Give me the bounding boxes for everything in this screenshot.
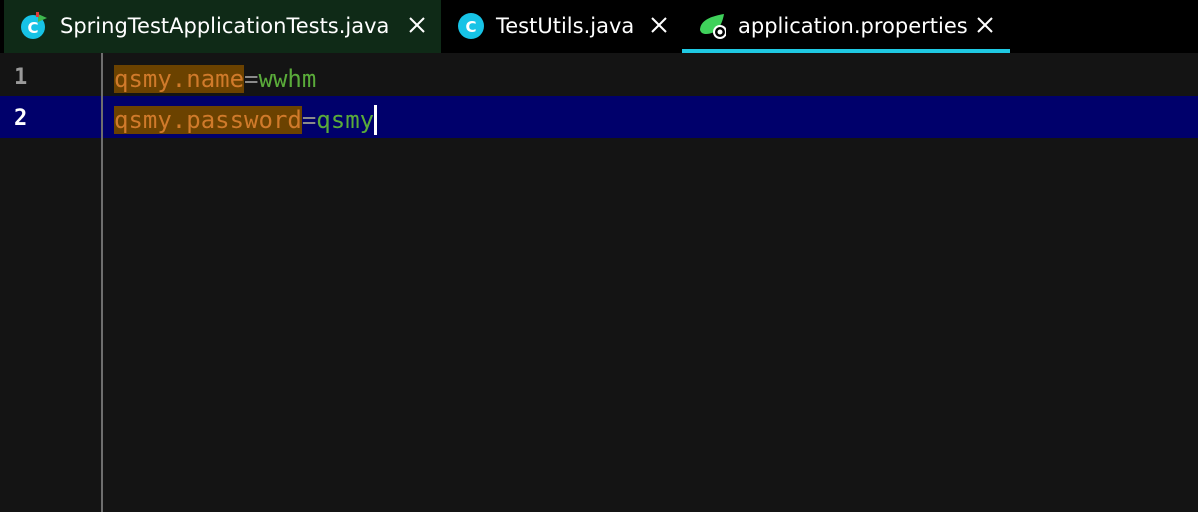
- svg-text:C: C: [27, 19, 38, 37]
- equals-sign: =: [244, 65, 259, 93]
- tab-application-properties[interactable]: application.properties: [682, 0, 1010, 53]
- text-caret: [374, 105, 378, 135]
- editor-tab-bar: C SpringTestApplicationTests.java C Test…: [0, 0, 1198, 53]
- editor-area[interactable]: 1 qsmy.name=wwhm 2 qsmy.password=qsmy: [0, 53, 1198, 512]
- property-value: qsmy: [316, 106, 375, 134]
- tab-label: TestUtils.java: [496, 14, 635, 38]
- code-line[interactable]: 1 qsmy.name=wwhm: [0, 55, 1198, 97]
- tab-label: SpringTestApplicationTests.java: [60, 14, 390, 38]
- java-class-run-icon: C: [21, 12, 47, 39]
- spring-properties-icon: [700, 14, 726, 39]
- property-key: qsmy.name: [114, 65, 245, 93]
- code-text[interactable]: qsmy.name=wwhm: [114, 63, 316, 95]
- tab-spring-test-application-tests[interactable]: C SpringTestApplicationTests.java: [4, 0, 441, 53]
- close-icon[interactable]: [974, 14, 996, 36]
- close-icon[interactable]: [648, 14, 670, 36]
- tab-label: application.properties: [738, 14, 968, 38]
- gutter-divider: [101, 53, 103, 512]
- line-number: 2: [14, 106, 28, 131]
- property-value: wwhm: [258, 65, 317, 93]
- code-text[interactable]: qsmy.password=qsmy: [114, 104, 378, 136]
- close-icon[interactable]: [406, 14, 428, 36]
- tab-test-utils[interactable]: C TestUtils.java: [441, 0, 682, 53]
- equals-sign: =: [301, 106, 317, 134]
- line-number: 1: [14, 65, 28, 90]
- java-class-icon: C: [458, 13, 484, 39]
- code-line-current[interactable]: 2 qsmy.password=qsmy: [0, 96, 1198, 138]
- property-key: qsmy.password: [114, 106, 302, 134]
- svg-text:C: C: [465, 18, 476, 36]
